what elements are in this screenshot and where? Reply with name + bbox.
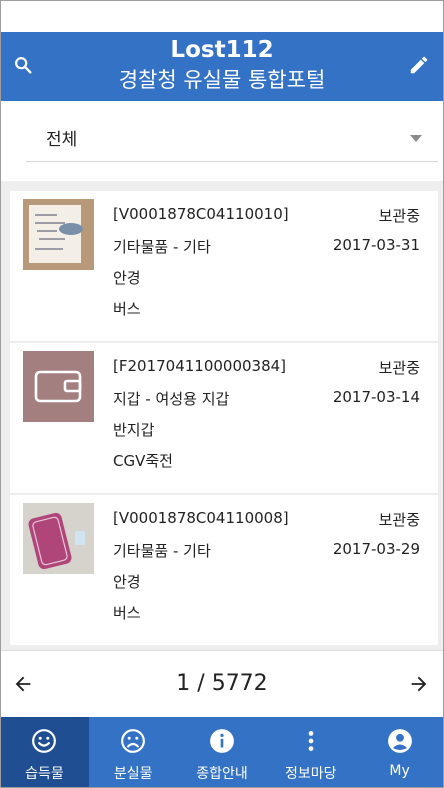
bottom-navigation: 습득물 분실물 종합안내 정보마당 My	[0, 717, 444, 788]
item-list: [V0001878C04110010] 보관중 기타물품 - 기타 2017-0…	[0, 181, 444, 650]
pagination: 1 / 5772	[0, 650, 444, 718]
item-code: [V0001878C04110008]	[113, 509, 289, 527]
tab-found-items[interactable]: 습득물	[0, 717, 89, 788]
item-photo	[23, 199, 94, 270]
tab-label: 종합안내	[196, 766, 248, 782]
tab-label: 분실물	[113, 766, 153, 782]
tab-lost-items[interactable]: 분실물	[89, 717, 178, 788]
item-status: 보관중	[378, 359, 420, 377]
list-item[interactable]: [V0001878C04110008] 보관중 기타물품 - 기타 2017-0…	[10, 495, 438, 645]
item-date: 2017-03-29	[332, 540, 420, 558]
item-code: [F2017041100000384]	[113, 357, 287, 375]
app-title: Lost112	[170, 37, 274, 63]
edit-icon[interactable]	[408, 54, 430, 76]
item-name: 안경	[113, 269, 141, 287]
category-dropdown-value: 전체	[46, 130, 78, 150]
dropdown-arrow-icon	[410, 135, 422, 142]
smile-icon	[32, 729, 57, 753]
wallet-icon	[23, 351, 94, 422]
item-name: 반지갑	[113, 421, 155, 439]
app-subtitle: 경찰청 유실물 통합포털	[118, 68, 326, 92]
tab-label: 습득물	[25, 766, 64, 782]
page-indicator: 1 / 5772	[176, 671, 268, 696]
more-vert-icon	[308, 731, 314, 751]
sad-icon	[121, 729, 146, 753]
info-icon	[210, 729, 234, 753]
tab-my[interactable]: My	[355, 717, 444, 788]
list-item[interactable]: [V0001878C04110010] 보관중 기타물품 - 기타 2017-0…	[10, 191, 438, 341]
item-category: 지갑 - 여성용 지갑	[113, 390, 230, 408]
item-date: 2017-03-14	[332, 388, 420, 406]
item-category: 기타물품 - 기타	[113, 542, 211, 560]
tab-info[interactable]: 정보마당	[266, 717, 355, 788]
category-dropdown[interactable]: 전체	[26, 113, 438, 162]
tab-label: 정보마당	[285, 766, 337, 782]
arrow-right-icon[interactable]	[408, 673, 430, 695]
item-status: 보관중	[378, 207, 420, 225]
filter-bar: 전체	[0, 101, 444, 181]
list-item[interactable]: [F2017041100000384] 보관중 지갑 - 여성용 지갑 2017…	[10, 343, 438, 493]
account-icon	[387, 729, 412, 753]
tab-label: My	[389, 763, 410, 779]
item-category: 기타물품 - 기타	[113, 238, 211, 256]
item-place: 버스	[113, 604, 141, 622]
item-photo	[23, 503, 94, 574]
app-bar: Lost112 경찰청 유실물 통합포털	[0, 32, 444, 101]
item-date: 2017-03-31	[332, 236, 420, 254]
item-place: 버스	[113, 300, 141, 318]
tab-guide[interactable]: 종합안내	[178, 717, 267, 788]
item-code: [V0001878C04110010]	[113, 205, 289, 223]
item-name: 안경	[113, 573, 141, 591]
item-status: 보관중	[378, 511, 420, 529]
status-bar	[0, 0, 444, 32]
item-place: CGV죽전	[113, 452, 173, 470]
